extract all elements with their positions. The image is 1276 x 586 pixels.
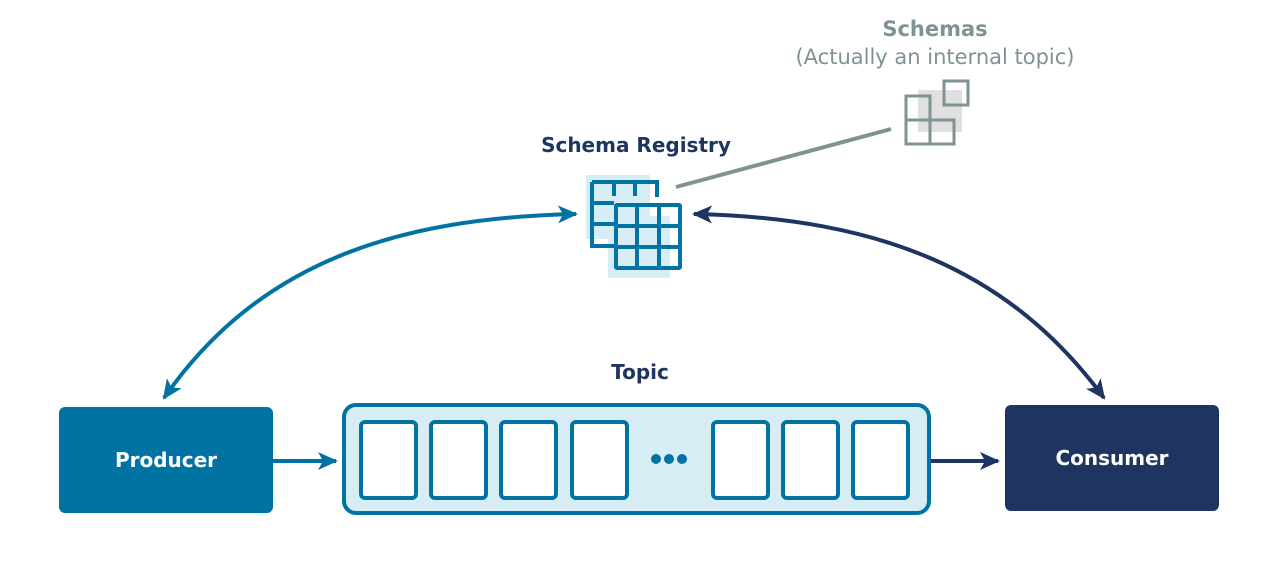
schemas-title: Schemas xyxy=(882,17,988,41)
topic-partition xyxy=(429,420,488,500)
topic-ellipsis xyxy=(651,454,687,464)
topic-label: Topic xyxy=(611,360,669,384)
schema-registry-label: Schema Registry xyxy=(541,133,731,157)
topic-partition xyxy=(711,420,770,500)
topic-partition xyxy=(851,420,910,500)
producer-box: Producer xyxy=(59,407,273,513)
consumer-label: Consumer xyxy=(1055,446,1169,470)
schema-registry-icon xyxy=(586,175,682,278)
producer-label: Producer xyxy=(114,448,218,472)
schemas-subtitle: (Actually an internal topic) xyxy=(795,45,1075,69)
consumer-box: Consumer xyxy=(1005,405,1219,511)
topic-partition xyxy=(359,420,418,500)
topic-partition xyxy=(499,420,558,500)
topic-partition xyxy=(781,420,840,500)
producer-registry-arrow xyxy=(162,205,578,400)
consumer-registry-arrow xyxy=(692,205,1106,400)
schemas-icon xyxy=(904,79,970,146)
topic-partition xyxy=(570,420,629,500)
topic-container xyxy=(342,403,931,515)
